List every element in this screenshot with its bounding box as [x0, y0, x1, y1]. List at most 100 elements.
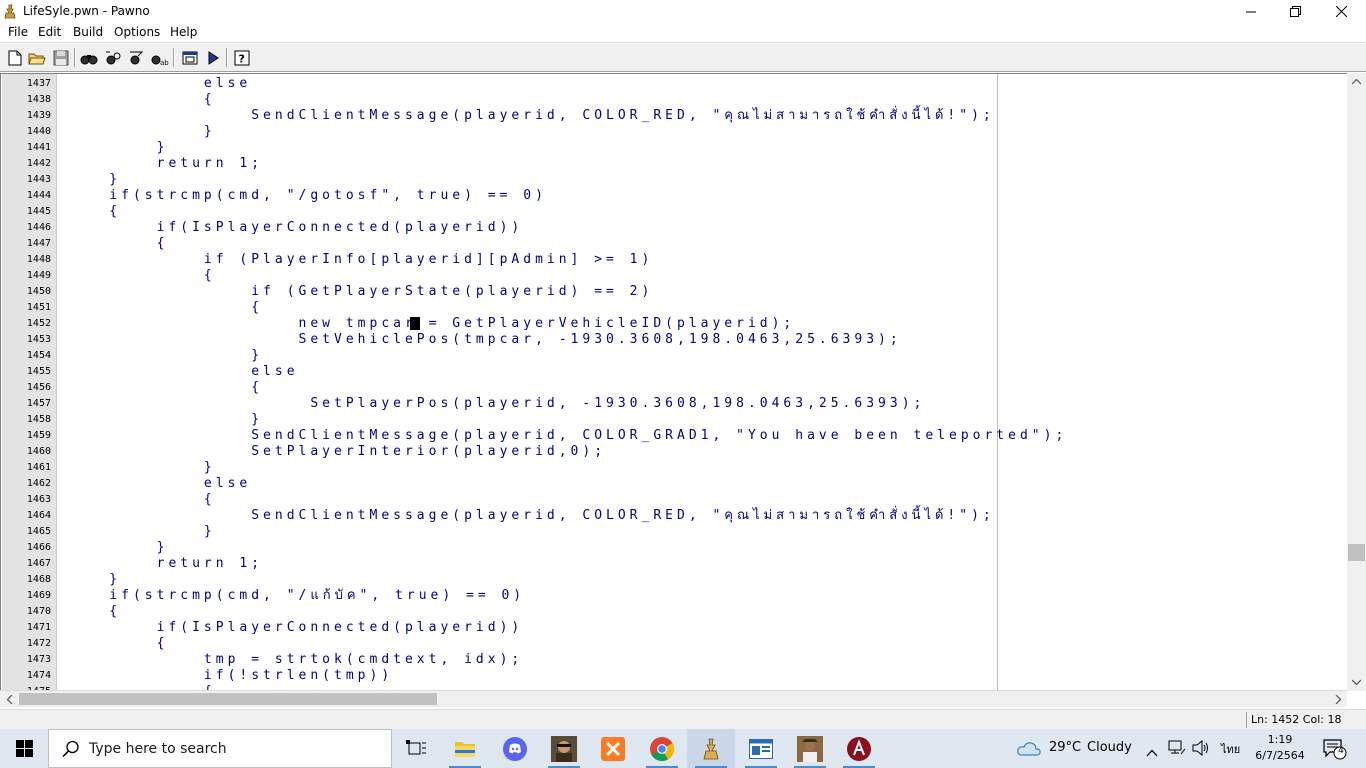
scroll-left-icon[interactable] [1, 691, 18, 708]
code-line[interactable]: } [62, 524, 216, 540]
weather-temperature[interactable]: 29°C [1049, 740, 1081, 755]
windows-start-icon[interactable] [0, 729, 48, 768]
code-line[interactable]: SetPlayerPos(playerid, -1930.3608,198.04… [62, 396, 925, 412]
search-input[interactable]: Type here to search [48, 729, 392, 768]
code-line[interactable]: new tmpcar = GetPlayerVehicleID(playerid… [62, 316, 795, 332]
code-line[interactable]: } [62, 540, 168, 556]
window-app-icon[interactable] [737, 729, 785, 768]
edge-guide-line [997, 74, 998, 690]
chrome-icon[interactable] [638, 729, 686, 768]
code-line[interactable]: { [62, 492, 216, 508]
menu-edit[interactable]: Edit [38, 25, 61, 39]
pawno-taskbar-icon[interactable] [687, 729, 735, 768]
new-file-icon[interactable] [4, 47, 25, 68]
code-line[interactable]: return 1; [62, 556, 263, 572]
menu-file[interactable]: File [8, 25, 28, 39]
code-line[interactable]: { [62, 300, 263, 316]
file-explorer-icon[interactable] [441, 729, 489, 768]
game-app-icon[interactable] [540, 729, 588, 768]
code-line[interactable]: { [62, 92, 216, 108]
compile-run-icon[interactable] [202, 47, 223, 68]
code-line[interactable]: } [62, 348, 263, 364]
replace-icon[interactable] [125, 47, 146, 68]
code-line[interactable]: if (PlayerInfo[playerid][pAdmin] >= 1) [62, 252, 653, 268]
scroll-right-icon[interactable] [1329, 691, 1346, 708]
vertical-scroll-thumb[interactable] [1348, 544, 1365, 561]
title-bar: LifeSyle.pwn - Pawno [0, 0, 1366, 23]
task-view-icon[interactable] [392, 729, 440, 768]
line-number: 1473 [26, 654, 51, 665]
menu-help[interactable]: Help [170, 25, 197, 39]
code-line[interactable]: if(!strlen(tmp)) [62, 668, 393, 684]
code-area[interactable]: else { SendClientMessage(playerid, COLOR… [59, 74, 1349, 690]
line-number: 1470 [26, 606, 51, 617]
vertical-scrollbar[interactable] [1347, 73, 1366, 691]
code-line[interactable]: if(IsPlayerConnected(playerid)) [62, 620, 523, 636]
code-line[interactable]: SetPlayerInterior(playerid,0); [62, 444, 606, 460]
code-line[interactable]: { [62, 380, 263, 396]
restore-button[interactable] [1272, 0, 1318, 23]
volume-icon[interactable] [1192, 739, 1210, 760]
code-line[interactable]: } [62, 460, 216, 476]
code-line[interactable]: } [62, 172, 121, 188]
line-number: 1474 [26, 670, 51, 681]
weather-description[interactable]: Cloudy [1087, 740, 1132, 755]
line-number: 1441 [26, 142, 51, 153]
help-icon[interactable]: ? [231, 47, 252, 68]
menu-options[interactable]: Options [114, 25, 160, 39]
code-line[interactable]: SendClientMessage(playerid, COLOR_RED, "… [62, 508, 995, 524]
scroll-up-icon[interactable] [1348, 73, 1365, 90]
code-line[interactable]: } [62, 412, 263, 428]
line-number: 1438 [26, 94, 51, 105]
horizontal-scroll-thumb[interactable] [19, 693, 437, 705]
taskbar: Type here to search 29°C Cloudy ไทย 1:19… [0, 729, 1366, 768]
code-line[interactable]: } [62, 140, 168, 156]
cloudy-weather-icon[interactable] [1016, 739, 1042, 761]
code-line[interactable]: if(strcmp(cmd, "/แก้บัค", true) == 0) [62, 588, 525, 604]
code-line[interactable]: else [62, 476, 251, 492]
line-number: 1444 [26, 190, 51, 201]
code-editor[interactable]: 1437 1438 1439 1440 1441 1442 1443 1444 1445 1446… [0, 73, 1366, 691]
line-number: 1442 [26, 158, 51, 169]
code-line[interactable]: } [62, 572, 121, 588]
code-line[interactable]: { [62, 636, 168, 652]
code-line[interactable]: return 1; [62, 156, 263, 172]
code-line[interactable]: { [62, 268, 216, 284]
close-button[interactable] [1318, 0, 1364, 23]
clock-time: 1:19 [1267, 733, 1293, 746]
code-line[interactable]: SetVehiclePos(tmpcar, -1930.3608,198.046… [62, 332, 902, 348]
code-line[interactable]: if(IsPlayerConnected(playerid)) [62, 220, 523, 236]
font-icon[interactable] [179, 47, 200, 68]
line-number: 1460 [26, 446, 51, 457]
save-file-icon[interactable] [50, 47, 71, 68]
goto-icon[interactable]: ab [148, 47, 169, 68]
code-line[interactable]: else [62, 364, 299, 380]
find-next-icon[interactable] [102, 47, 123, 68]
code-line[interactable]: { [62, 236, 168, 252]
code-line[interactable]: SendClientMessage(playerid, COLOR_RED, "… [62, 108, 995, 124]
minimize-button[interactable] [1228, 0, 1274, 23]
line-number: 1454 [26, 350, 51, 361]
code-line[interactable]: { [62, 204, 121, 220]
menu-build[interactable]: Build [73, 25, 103, 39]
xampp-icon[interactable] [589, 729, 637, 768]
system-clock[interactable]: 1:19 6/7/2564 [1254, 732, 1306, 764]
search-icon [62, 740, 80, 762]
find-icon[interactable] [78, 47, 99, 68]
code-line[interactable]: tmp = strtok(cmdtext, idx); [62, 652, 523, 668]
scroll-down-icon[interactable] [1348, 673, 1365, 690]
input-language[interactable]: ไทย [1221, 740, 1240, 758]
network-icon[interactable] [1168, 740, 1186, 760]
gta-sa-icon[interactable] [786, 729, 834, 768]
code-line[interactable]: else [62, 76, 251, 92]
code-line[interactable]: SendClientMessage(playerid, COLOR_GRAD1,… [62, 428, 1067, 444]
altv-icon[interactable] [835, 729, 883, 768]
chevron-up-icon[interactable] [1146, 742, 1158, 761]
code-line[interactable]: } [62, 124, 216, 140]
open-file-icon[interactable] [26, 47, 47, 68]
code-line[interactable]: if(strcmp(cmd, "/gotosf", true) == 0) [62, 188, 547, 204]
line-number: 1467 [26, 558, 51, 569]
code-line[interactable]: { [62, 604, 121, 620]
discord-icon[interactable] [491, 729, 539, 768]
code-line[interactable]: if (GetPlayerState(playerid) == 2) [62, 284, 653, 300]
